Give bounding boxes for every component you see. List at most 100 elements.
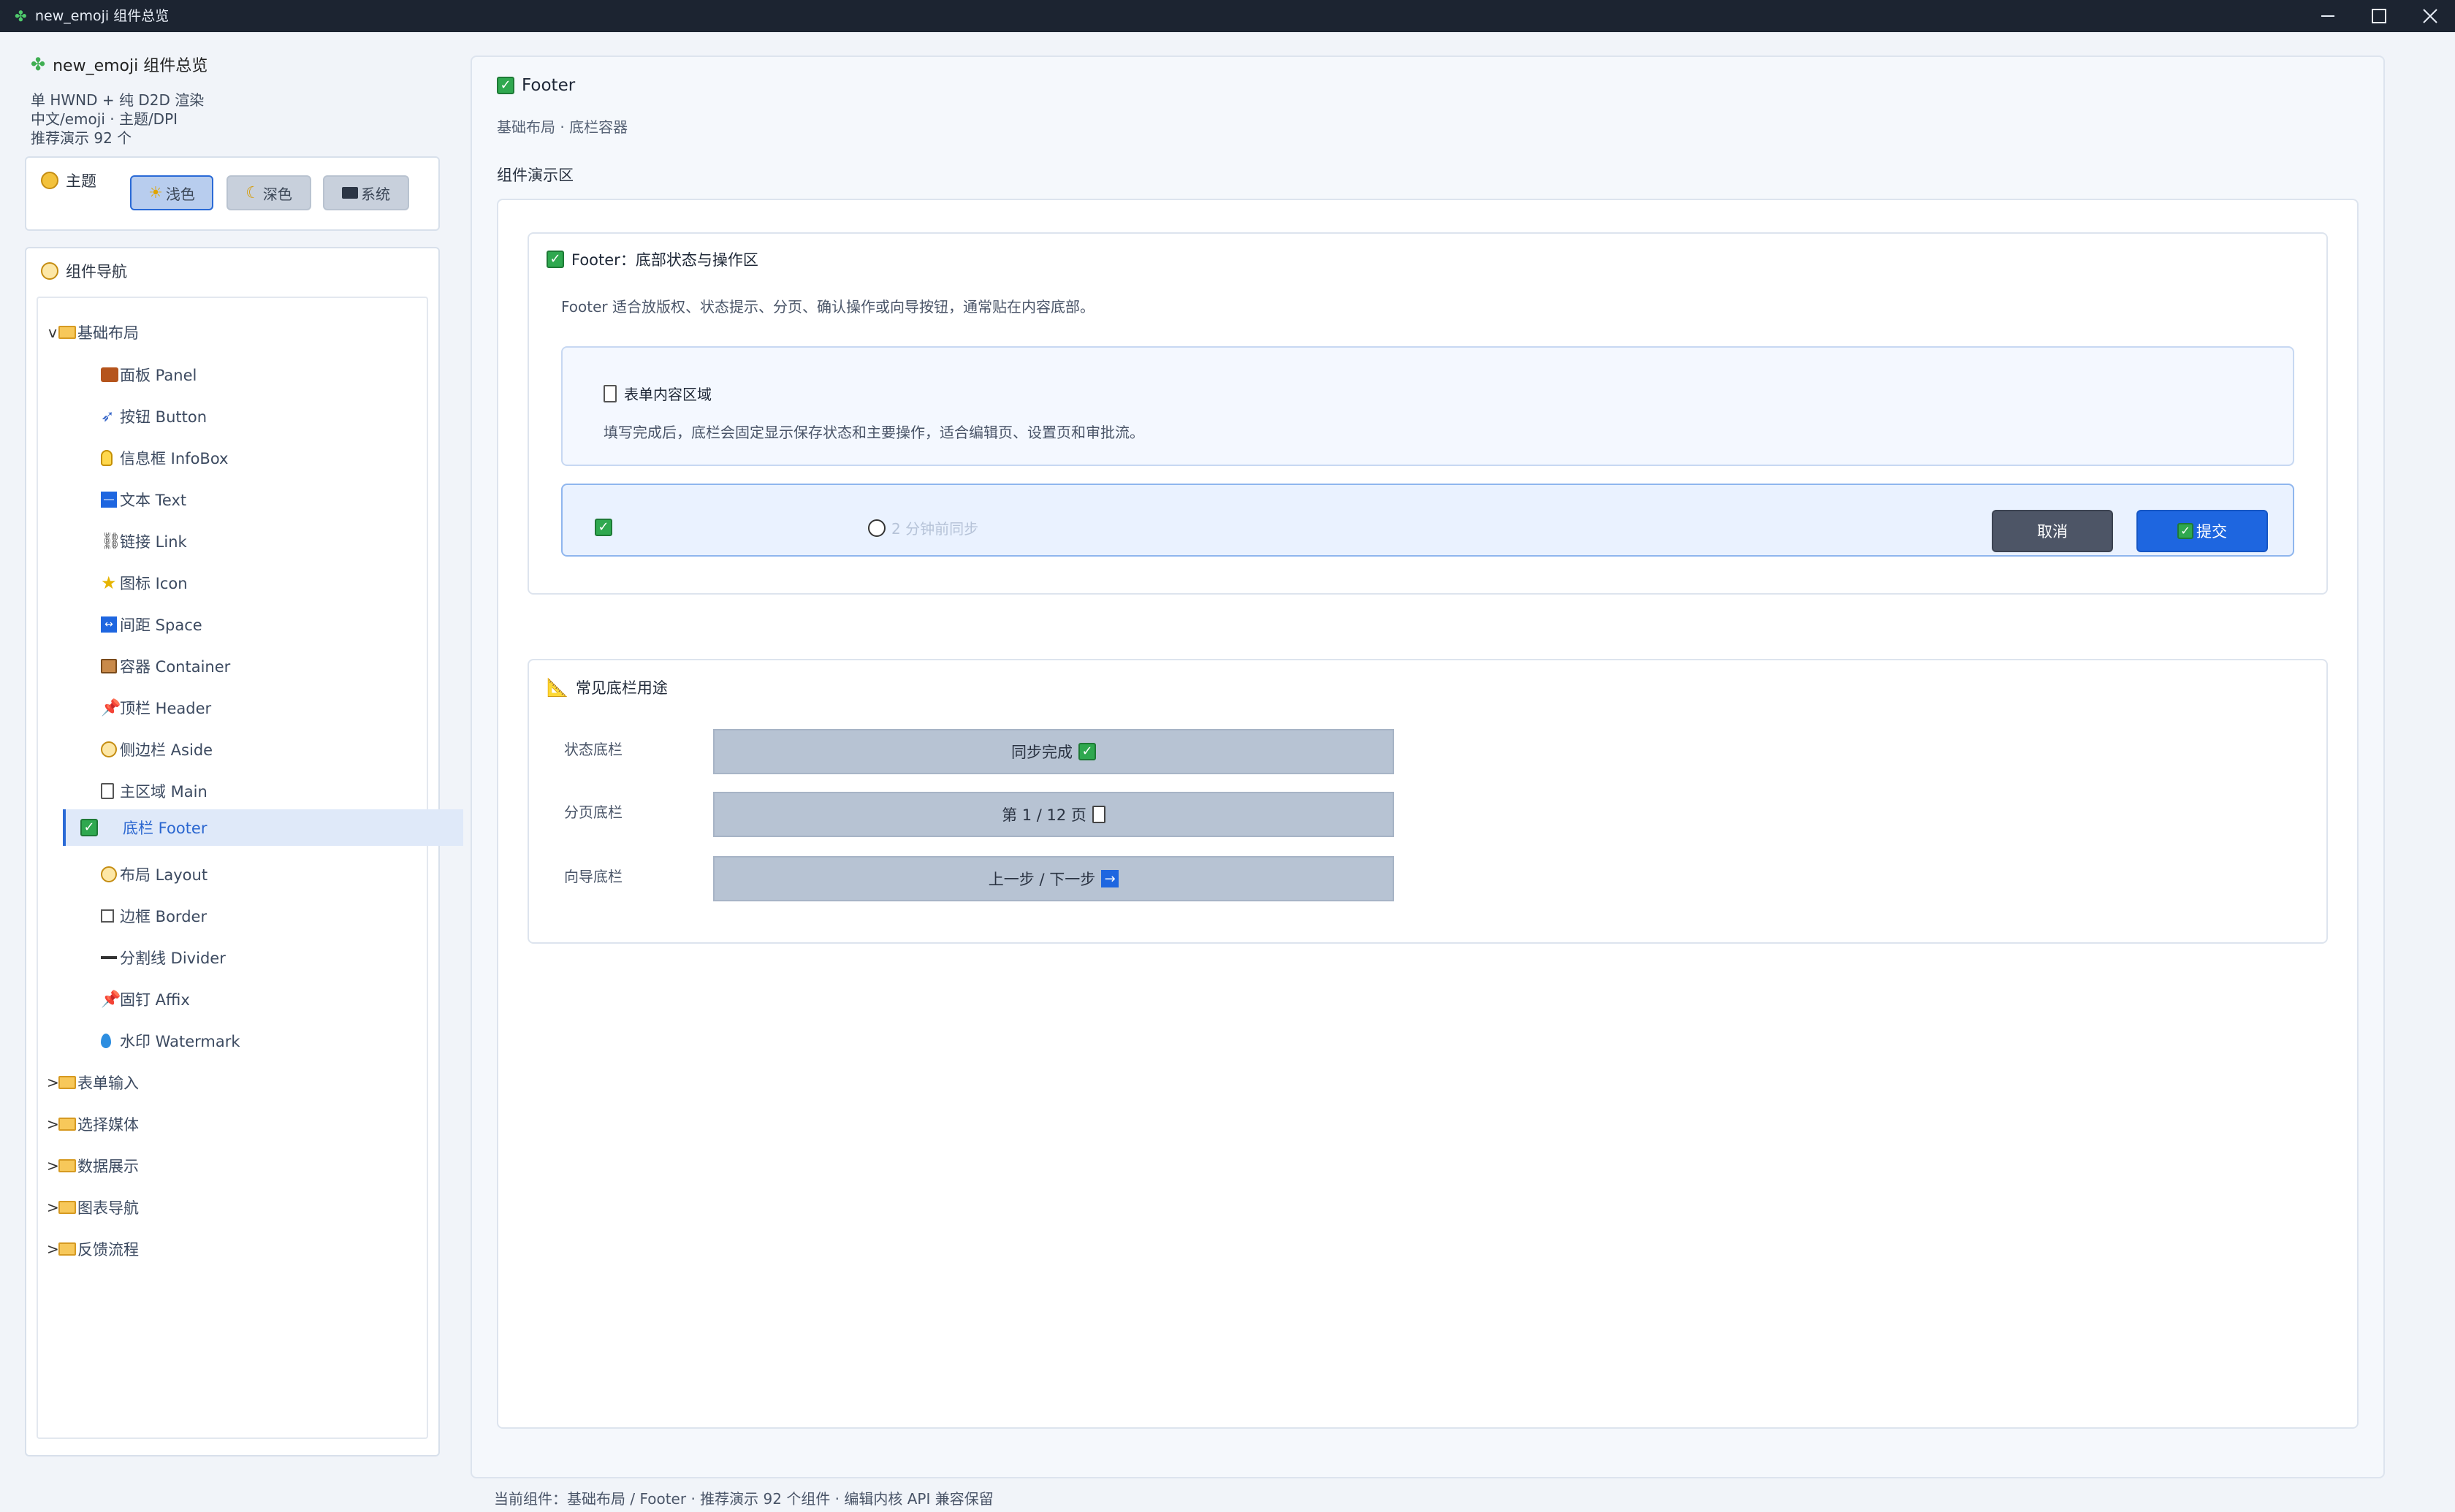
tree-item-header[interactable]: 📌 顶栏 Header: [63, 690, 460, 726]
minimize-button[interactable]: [2303, 0, 2353, 32]
tree-group-feedback-flow[interactable]: > 反馈流程: [47, 1231, 430, 1267]
tree-item-aside[interactable]: 侧边栏 Aside: [63, 731, 460, 768]
checkbox-icon: ✓: [497, 77, 514, 94]
footer-sync-status: 2 分钟前同步: [868, 517, 978, 538]
pin-icon: 📌: [101, 698, 121, 717]
section1-description: Footer 适合放版权、状态提示、分页、确认操作或向导按钮，通常贴在内容底部。: [561, 298, 1095, 316]
submit-button[interactable]: ✓ 提交: [2136, 510, 2268, 552]
tree-item-container[interactable]: 容器 Container: [63, 648, 460, 684]
tree-item-layout[interactable]: 布局 Layout: [63, 856, 460, 893]
clock-icon: [41, 262, 58, 280]
checkbox-icon: ✓: [1078, 743, 1096, 760]
nav-tree: v 基础布局 面板 Panel ➶ 按钮 Button 信息框 InfoBox …: [37, 297, 463, 1439]
folder-icon: [58, 1242, 76, 1256]
form-area-title: 表单内容区域: [604, 383, 712, 404]
folder-icon: [58, 1076, 76, 1089]
cancel-button[interactable]: 取消: [1992, 510, 2113, 552]
folder-icon: [58, 1201, 76, 1214]
page-icon: [604, 384, 617, 402]
tree-group-chart-nav[interactable]: > 图表导航: [47, 1189, 430, 1226]
chevron-down-icon: v: [48, 324, 57, 341]
ruler-icon: 📐: [547, 677, 568, 698]
chevron-right-icon: >: [47, 1240, 59, 1258]
close-icon: [2423, 9, 2437, 23]
form-content-area: [561, 346, 2294, 466]
tree-item-affix[interactable]: 📌 固钉 Affix: [63, 981, 460, 1017]
border-icon: [101, 909, 114, 923]
tree-item-panel[interactable]: 面板 Panel: [63, 356, 460, 393]
minimize-icon: [2321, 15, 2334, 17]
tree-group-data-display[interactable]: > 数据展示: [47, 1148, 430, 1184]
star-icon: ★: [101, 573, 117, 593]
page-icon: [101, 783, 114, 799]
pin-icon: 📌: [101, 990, 121, 1009]
tree-item-divider[interactable]: 分割线 Divider: [63, 939, 460, 976]
folder-icon: [58, 1118, 76, 1131]
maximize-button[interactable]: [2354, 0, 2404, 32]
info-line-1: 单 HWND + 纯 D2D 渲染: [31, 91, 205, 109]
info-line-2: 中文/emoji · 主题/DPI: [31, 110, 178, 128]
theme-system-button[interactable]: 系统: [323, 175, 409, 210]
arrow-right-icon: →: [1101, 870, 1119, 887]
rocket-icon: ➶: [101, 407, 115, 426]
tree-item-main[interactable]: 主区域 Main: [63, 773, 460, 809]
palette-icon: [41, 172, 58, 189]
section1-title: ✓ Footer：底部状态与操作区: [547, 248, 758, 270]
tree-item-border[interactable]: 边框 Border: [63, 898, 460, 934]
laptop-icon: [342, 187, 358, 199]
clock-icon: [101, 866, 117, 882]
checkbox-icon: ✓: [547, 251, 564, 268]
use-row-label: 向导底栏: [564, 868, 623, 885]
tree-item-space[interactable]: ↔ 间距 Space: [63, 606, 460, 643]
footer-status-checkbox-icon: ✓: [595, 519, 612, 536]
use-row-label: 分页底栏: [564, 803, 623, 821]
tree-group-form-input[interactable]: > 表单输入: [47, 1064, 430, 1101]
pagination-footer-demo: 第 1 / 12 页: [713, 792, 1394, 837]
tree-group-select-media[interactable]: > 选择媒体: [47, 1106, 430, 1142]
tree-item-footer[interactable]: ✓ 底栏 Footer: [63, 809, 463, 846]
tree-item-icon[interactable]: ★ 图标 Icon: [63, 565, 460, 601]
tree-item-watermark[interactable]: 水印 Watermark: [63, 1023, 460, 1059]
text-icon: ―: [101, 492, 117, 508]
tree-group-basic-layout[interactable]: v 基础布局: [47, 314, 430, 351]
use-row-label: 状态底栏: [564, 741, 623, 758]
wizard-footer-demo: 上一步 / 下一步 →: [713, 856, 1394, 901]
space-icon: ↔: [101, 616, 117, 633]
chevron-right-icon: >: [47, 1199, 59, 1216]
nav-title: 组件导航: [41, 260, 127, 282]
tree-item-button[interactable]: ➶ 按钮 Button: [63, 398, 460, 435]
divider-icon: [101, 956, 117, 959]
status-bar: 当前组件：基础布局 / Footer · 推荐演示 92 个组件 · 编辑内核 …: [494, 1490, 994, 1508]
chevron-right-icon: >: [47, 1115, 59, 1133]
page-title: ✓ Footer: [497, 76, 575, 95]
folder-icon: [58, 1159, 76, 1172]
sidebar-app-title: ✤ new_emoji 组件总览: [31, 54, 208, 75]
theme-light-button[interactable]: ☀ 浅色: [130, 175, 213, 210]
sun-icon: ☀: [148, 183, 163, 202]
checkbox-icon: ✓: [80, 819, 98, 836]
status-footer-demo: 同步完成 ✓: [713, 729, 1394, 774]
moon-icon: ☾: [246, 183, 260, 202]
droplet-icon: [101, 1034, 111, 1048]
checkbox-icon: ✓: [2177, 523, 2193, 539]
title-bar: ✤ new_emoji 组件总览: [0, 0, 2455, 32]
close-button[interactable]: [2405, 0, 2455, 32]
clover-icon: ✤: [31, 54, 46, 75]
page-icon: [1092, 806, 1105, 823]
theme-dark-button[interactable]: ☾ 深色: [227, 175, 311, 210]
panel-icon: [101, 367, 118, 382]
form-area-description: 填写完成后，底栏会固定显示保存状态和主要操作，适合编辑页、设置页和审批流。: [604, 424, 1144, 441]
clock-icon: [101, 741, 117, 757]
bulb-icon: [101, 450, 113, 466]
page-subtitle: 基础布局 · 底栏容器: [497, 118, 628, 136]
tree-item-link[interactable]: ⛓ 链接 Link: [63, 523, 460, 560]
section2-title: 📐 常见底栏用途: [547, 677, 668, 698]
container-icon: [101, 659, 117, 673]
window-title: new_emoji 组件总览: [35, 8, 170, 24]
tree-item-text[interactable]: ― 文本 Text: [63, 481, 460, 518]
theme-label: 主题: [41, 169, 96, 191]
tree-item-infobox[interactable]: 信息框 InfoBox: [63, 440, 460, 476]
folder-icon: [58, 326, 76, 339]
link-icon: ⛓: [101, 532, 121, 551]
chevron-right-icon: >: [47, 1074, 59, 1091]
